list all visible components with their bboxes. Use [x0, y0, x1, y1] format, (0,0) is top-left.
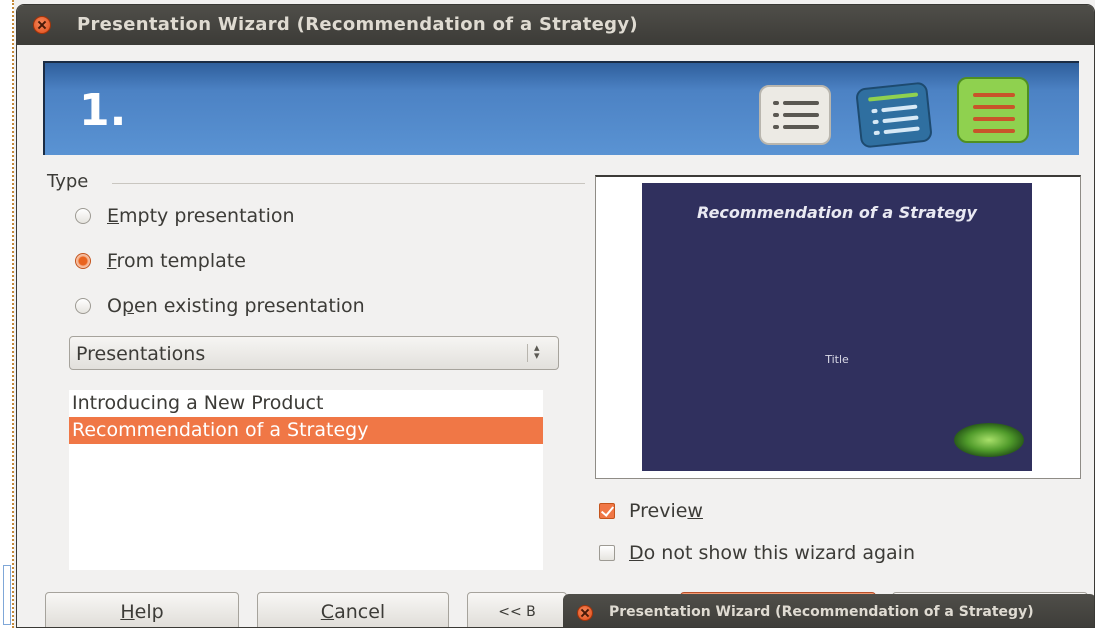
taskbar-window-title[interactable]: Presentation Wizard (Recommendation of a… — [563, 594, 1094, 627]
checkbox-unchecked[interactable] — [599, 545, 615, 561]
list-icon — [759, 85, 831, 145]
radio-empty-presentation[interactable]: Empty presentation — [75, 202, 295, 230]
wizard-window: Presentation Wizard (Recommendation of a… — [16, 4, 1095, 628]
step-number: 1. — [79, 85, 127, 136]
radio-label-empty: Empty presentation — [107, 205, 295, 227]
window-title: Presentation Wizard (Recommendation of a… — [77, 14, 638, 35]
type-group-label: Type — [47, 171, 89, 192]
radio-button-selected[interactable] — [75, 253, 91, 269]
combo-value: Presentations — [76, 343, 206, 365]
close-icon[interactable] — [577, 605, 593, 621]
close-icon[interactable] — [33, 16, 51, 34]
preview-check-label: Preview — [629, 500, 703, 522]
radio-from-template[interactable]: From template — [75, 247, 246, 275]
green-list-icon — [957, 77, 1029, 143]
template-list[interactable]: Introducing a New Product Recommendation… — [69, 390, 543, 570]
template-category-select[interactable]: Presentations ▴ ▾ — [69, 336, 559, 370]
taskbar-title-text: Presentation Wizard (Recommendation of a… — [609, 604, 1034, 620]
checkbox-checked[interactable] — [599, 503, 615, 519]
radio-button[interactable] — [75, 298, 91, 314]
slide-subtitle: Title — [825, 353, 849, 366]
desktop-selection-mark — [3, 565, 11, 625]
radio-label-open: Open existing presentation — [107, 295, 365, 317]
help-button[interactable]: Help — [45, 592, 239, 627]
radio-button[interactable] — [75, 208, 91, 224]
slide-title: Recommendation of a Strategy — [697, 203, 977, 222]
preview-checkbox-row[interactable]: Preview — [599, 497, 703, 525]
step-banner: 1. — [43, 61, 1079, 155]
radio-label-template: From template — [107, 250, 246, 272]
preview-panel: Recommendation of a Strategy Title — [595, 175, 1081, 479]
cancel-button[interactable]: Cancel — [257, 592, 449, 627]
group-divider — [112, 183, 585, 184]
window-titlebar[interactable]: Presentation Wizard (Recommendation of a… — [17, 5, 1094, 45]
no-show-checkbox-row[interactable]: Do not show this wizard again — [599, 539, 915, 567]
slide-preview: Recommendation of a Strategy Title — [642, 183, 1032, 471]
leaf-cluster-image — [954, 423, 1024, 457]
list-item-selected[interactable]: Recommendation of a Strategy — [69, 417, 543, 444]
back-button[interactable]: << B — [467, 592, 567, 627]
chevron-updown-icon: ▴ ▾ — [527, 342, 548, 362]
list-item[interactable]: Introducing a New Product — [69, 390, 543, 417]
radio-open-existing[interactable]: Open existing presentation — [75, 292, 365, 320]
desktop-edge — [0, 0, 14, 628]
blue-list-icon — [855, 81, 933, 149]
no-show-label: Do not show this wizard again — [629, 542, 915, 564]
